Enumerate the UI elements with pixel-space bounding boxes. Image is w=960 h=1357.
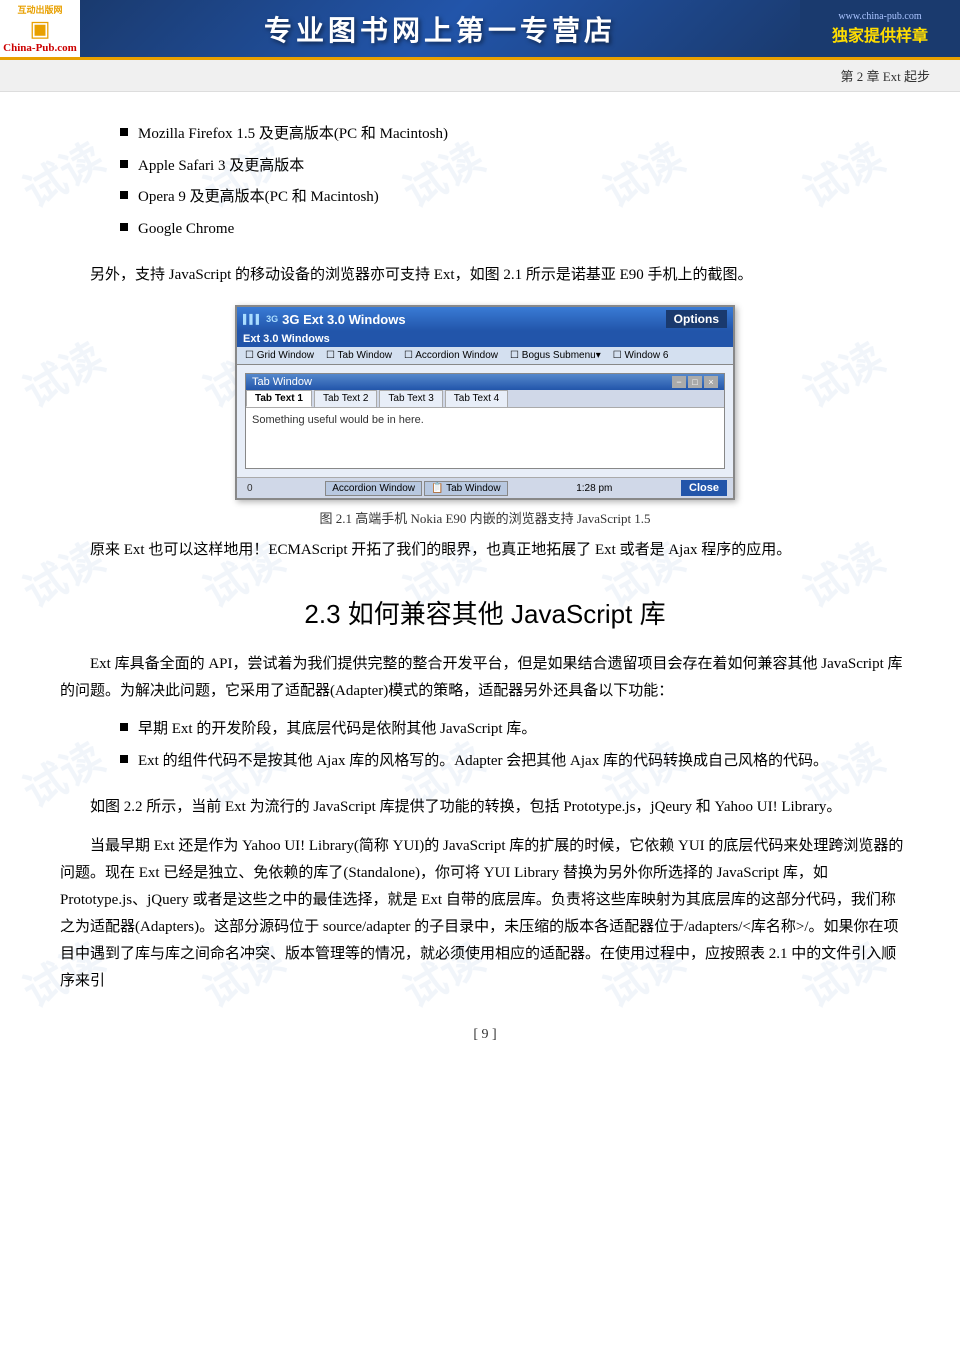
mock-bottom-tabs: Accordion Window 📋 Tab Window bbox=[325, 481, 507, 496]
mock-window-controls: − □ × bbox=[672, 376, 718, 388]
mock-bottom-bar: 0 Accordion Window 📋 Tab Window 1:28 pm … bbox=[237, 477, 733, 498]
mock-window-body: Something useful would be in here. bbox=[246, 408, 724, 468]
header-center: 专业图书网上第一专营店 bbox=[80, 0, 800, 57]
list-item-text: Mozilla Firefox 1.5 及更高版本(PC 和 Macintosh… bbox=[138, 122, 448, 148]
mock-window-titlebar: Tab Window − □ × bbox=[246, 374, 724, 390]
header-url: www.china-pub.com bbox=[838, 11, 921, 22]
bullet-list-2: 早期 Ext 的开发阶段，其底层代码是依附其他 JavaScript 库。 Ex… bbox=[120, 717, 910, 774]
tab-2[interactable]: Tab Text 2 bbox=[314, 390, 377, 407]
bullet-icon bbox=[120, 755, 128, 763]
window-body-text: Something useful would be in here. bbox=[252, 414, 424, 426]
mock-title: 3G Ext 3.0 Windows bbox=[282, 312, 405, 327]
menu-item-tab[interactable]: ☐ Tab Window bbox=[322, 349, 396, 362]
logo-main: China-Pub.com bbox=[3, 42, 77, 54]
list-item-text: Ext 的组件代码不是按其他 Ajax 库的风格写的。Adapter 会把其他 … bbox=[138, 749, 828, 775]
chapter-bar-text: 第 2 章 Ext 起步 bbox=[840, 66, 930, 85]
close-button[interactable]: × bbox=[704, 376, 718, 388]
list-item-text: Opera 9 及更高版本(PC 和 Macintosh) bbox=[138, 185, 379, 211]
paragraph-5: 当最早期 Ext 还是作为 Yahoo UI! Library(简称 YUI)的… bbox=[60, 833, 910, 995]
logo-icon: ▣ bbox=[30, 16, 51, 42]
header-right: www.china-pub.com 独家提供样章 bbox=[800, 0, 960, 57]
menu-item-accordion[interactable]: ☐ Accordion Window bbox=[400, 349, 502, 362]
restore-button[interactable]: □ bbox=[688, 376, 702, 388]
menu-item-grid[interactable]: ☐ Grid Window bbox=[241, 349, 318, 362]
mock-titlebar-left: ▌▌▌ 3G 3G Ext 3.0 Windows bbox=[243, 312, 406, 327]
minimize-button[interactable]: − bbox=[672, 376, 686, 388]
page-footer: [ 9 ] bbox=[60, 1007, 910, 1053]
bottom-tab-accordion[interactable]: Accordion Window bbox=[325, 481, 422, 496]
page-number: [ 9 ] bbox=[473, 1027, 496, 1043]
main-content: 试读 试读 试读 试读 试读 试读 试读 试读 试读 试读 试读 试读 试读 试… bbox=[0, 92, 960, 1083]
bullet-icon bbox=[120, 191, 128, 199]
tab-4[interactable]: Tab Text 4 bbox=[445, 390, 508, 407]
section-heading-2-3: 2.3 如何兼容其他 JavaScript 库 bbox=[60, 594, 910, 631]
mock-close-button[interactable]: Close bbox=[681, 480, 727, 496]
menu-item-window6[interactable]: ☐ Window 6 bbox=[609, 349, 673, 362]
list-item: Ext 的组件代码不是按其他 Ajax 库的风格写的。Adapter 会把其他 … bbox=[120, 749, 910, 775]
mock-time: 1:28 pm bbox=[576, 483, 612, 494]
bottom-tab-tab[interactable]: 📋 Tab Window bbox=[424, 481, 508, 496]
content-wrap: Mozilla Firefox 1.5 及更高版本(PC 和 Macintosh… bbox=[60, 122, 910, 1053]
figure-caption: 图 2.1 高端手机 Nokia E90 内嵌的浏览器支持 JavaScript… bbox=[319, 508, 650, 527]
paragraph-2: 原来 Ext 也可以这样地用！ECMAScript 开拓了我们的眼界，也真正地拓… bbox=[60, 537, 910, 564]
mock-phone-screen: ▌▌▌ 3G 3G Ext 3.0 Windows Options Ext 3.… bbox=[235, 305, 735, 500]
mock-tabs: Tab Text 1 Tab Text 2 Tab Text 3 Tab Tex… bbox=[246, 390, 724, 408]
bullet-list-1: Mozilla Firefox 1.5 及更高版本(PC 和 Macintosh… bbox=[120, 122, 910, 242]
mock-options[interactable]: Options bbox=[666, 310, 727, 328]
menu-item-bogus[interactable]: ☐ Bogus Submenu▾ bbox=[506, 349, 605, 362]
logo: 互动出版网 ▣ China-Pub.com bbox=[0, 0, 80, 57]
signal-icon: ▌▌▌ bbox=[243, 314, 262, 324]
bullet-icon bbox=[120, 160, 128, 168]
mock-window: Tab Window − □ × Tab Text 1 Tab Text 2 T… bbox=[245, 373, 725, 469]
paragraph-1: 另外，支持 JavaScript 的移动设备的浏览器亦可支持 Ext，如图 2.… bbox=[60, 262, 910, 289]
bullet-icon bbox=[120, 723, 128, 731]
mock-subtitle: Ext 3.0 Windows bbox=[237, 331, 733, 347]
tab-3[interactable]: Tab Text 3 bbox=[379, 390, 442, 407]
header: 互动出版网 ▣ China-Pub.com 专业图书网上第一专营店 www.ch… bbox=[0, 0, 960, 60]
paragraph-3: Ext 库具备全面的 API，尝试着为我们提供完整的整合开发平台，但是如果结合遗… bbox=[60, 651, 910, 705]
list-item-text: Google Chrome bbox=[138, 217, 234, 243]
list-item-text: 早期 Ext 的开发阶段，其底层代码是依附其他 JavaScript 库。 bbox=[138, 717, 536, 743]
mock-menubar: ☐ Grid Window ☐ Tab Window ☐ Accordion W… bbox=[237, 347, 733, 365]
list-item: Mozilla Firefox 1.5 及更高版本(PC 和 Macintosh… bbox=[120, 122, 910, 148]
list-item: Opera 9 及更高版本(PC 和 Macintosh) bbox=[120, 185, 910, 211]
network-label: 3G bbox=[266, 314, 278, 324]
mock-content-area: Tab Window − □ × Tab Text 1 Tab Text 2 T… bbox=[237, 365, 733, 477]
bullet-icon bbox=[120, 223, 128, 231]
mock-titlebar: ▌▌▌ 3G 3G Ext 3.0 Windows Options bbox=[237, 307, 733, 331]
paragraph-4: 如图 2.2 所示，当前 Ext 为流行的 JavaScript 库提供了功能的… bbox=[60, 794, 910, 821]
figure-2-1: ▌▌▌ 3G 3G Ext 3.0 Windows Options Ext 3.… bbox=[225, 305, 745, 527]
header-slogan: 独家提供样章 bbox=[832, 22, 928, 46]
list-item-text: Apple Safari 3 及更高版本 bbox=[138, 154, 304, 180]
list-item: 早期 Ext 的开发阶段，其底层代码是依附其他 JavaScript 库。 bbox=[120, 717, 910, 743]
mock-window-title: Tab Window bbox=[252, 376, 312, 388]
chapter-bar: 第 2 章 Ext 起步 bbox=[0, 60, 960, 92]
tab-1[interactable]: Tab Text 1 bbox=[246, 390, 312, 407]
list-item: Apple Safari 3 及更高版本 bbox=[120, 154, 910, 180]
logo-top: 互动出版网 bbox=[17, 3, 62, 16]
status-num: 0 bbox=[243, 483, 257, 494]
header-center-text: 专业图书网上第一专营店 bbox=[264, 9, 616, 49]
list-item: Google Chrome bbox=[120, 217, 910, 243]
bullet-icon bbox=[120, 128, 128, 136]
